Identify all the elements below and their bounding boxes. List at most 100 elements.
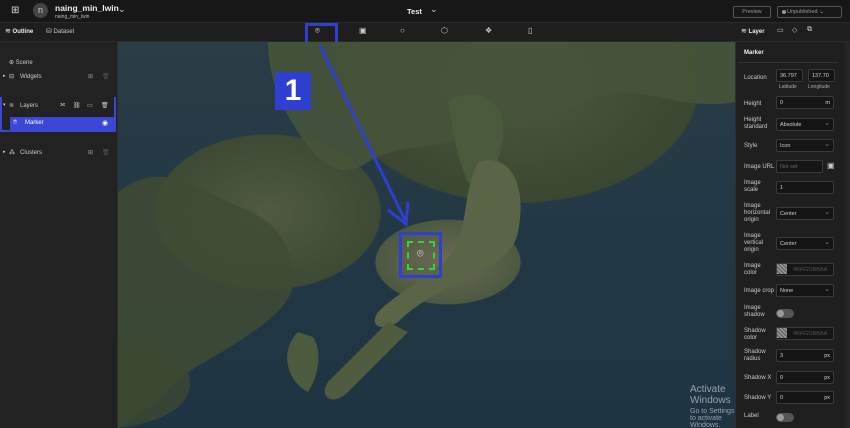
outline-icon: ≋	[5, 28, 11, 35]
infobox-icon: ▭	[777, 27, 784, 34]
add-circle-tool[interactable]: ○	[400, 26, 405, 35]
map-viewport[interactable]: 1 ⌾ Activate Windows Go to Settings to a…	[118, 42, 735, 428]
shadow-radius-input[interactable]: 3 px	[776, 349, 834, 362]
windows-activation-watermark: Activate Windows Go to Settings to activ…	[690, 384, 735, 428]
outline-tab[interactable]: ≋ Outline	[5, 27, 33, 35]
scene-item[interactable]: ⊕ Scene	[9, 59, 33, 66]
marker-label: Marker	[25, 120, 44, 126]
add-file-tool[interactable]: ▯	[528, 26, 532, 35]
status-dot-icon	[782, 10, 786, 14]
publish-status-label: Unpublished	[787, 9, 818, 15]
longitude-caption: Longitude	[808, 84, 830, 90]
map-pin-icon: ⌾	[13, 119, 18, 126]
outline-tab-label: Outline	[12, 29, 34, 35]
app-grid-icon[interactable]: ⊞	[11, 5, 19, 16]
top-bar: ⊞ n naing_min_lwin naing_min_lwin ⌄ Test…	[0, 0, 850, 23]
polygon-icon: ⬡	[441, 26, 448, 35]
image-color-swatch[interactable]	[777, 264, 787, 274]
cube-icon: ❖	[485, 26, 493, 35]
status-chevron-icon: ⌄	[819, 9, 825, 15]
secondary-toolbar: ≋ Outline ⛁ Dataset ⌾ ▣ ○ ⬡ ❖ ▯ ≋ Layer …	[0, 23, 850, 47]
shadow-color-swatch[interactable]	[777, 328, 787, 338]
username: naing_min_lwin	[55, 3, 119, 13]
dataset-tab[interactable]: ⛁ Dataset	[46, 27, 74, 35]
watermark-title: Activate Windows	[690, 384, 731, 406]
shadow-y-input[interactable]: 0 px	[776, 391, 834, 404]
widgets-icon: ⊟	[9, 74, 15, 80]
dataset-icon: ⛁	[46, 28, 52, 35]
shadow-x-unit: px	[824, 375, 830, 381]
panel-scrollbar[interactable]	[845, 42, 850, 428]
add-model-tool[interactable]: ❖	[485, 26, 492, 35]
vertical-origin-select[interactable]: Center	[776, 237, 834, 250]
image-shadow-label: Image shadow	[744, 305, 765, 318]
image-shadow-toggle[interactable]	[776, 309, 794, 318]
latitude-field[interactable]: 36.797	[776, 69, 803, 82]
file-icon: ▯	[528, 26, 533, 35]
shadow-radius-value: 3	[780, 353, 784, 359]
label-toggle[interactable]	[776, 413, 794, 422]
infobox-tab[interactable]: ▭	[777, 26, 784, 34]
horizontal-origin-label: Image horizontal origin	[744, 203, 771, 223]
widgets-label: Widgets	[20, 74, 42, 80]
add-polygon-tool[interactable]: ⬡	[441, 26, 448, 35]
outline-panel: ⊕ Scene ▸ ⊟ Widgets ⊞ 🗑 ▾ ≋ Layers ⟗ ⛓ ▭…	[0, 42, 118, 428]
visibility-eye-icon[interactable]: ◉	[102, 119, 108, 127]
layer-stack-icon: ≋	[741, 28, 747, 35]
scene-label: Scene	[15, 60, 33, 66]
style-select[interactable]: Icon	[776, 139, 834, 152]
image-color-label: Image color	[744, 263, 761, 276]
image-crop-select[interactable]: None	[776, 284, 834, 297]
height-standard-label: Height standard	[744, 117, 768, 130]
clusters-item[interactable]: ▸ ⁂ Clusters ⊞ 🗑	[0, 149, 117, 160]
tag-icon: ◇	[792, 27, 798, 34]
image-picker-icon[interactable]: ▣	[827, 161, 835, 170]
expand-arrow-icon[interactable]: ▸	[3, 73, 6, 79]
marker-layer-item[interactable]: ⌾ Marker ◉	[10, 117, 114, 130]
add-cluster-icon[interactable]: ⊞	[88, 149, 93, 156]
height-unit: m	[825, 100, 830, 106]
height-value: 0	[780, 100, 784, 106]
tag-tab[interactable]: ◇	[792, 26, 797, 34]
add-image-tool[interactable]: ▣	[359, 26, 367, 35]
clusters-icon: ⁂	[9, 150, 15, 156]
shadow-y-unit: px	[824, 395, 830, 401]
longitude-field[interactable]: 137.70	[808, 69, 835, 82]
globe-icon: ⊕	[9, 60, 15, 66]
sub-username: naing_min_lwin	[55, 14, 90, 20]
dataset-tab-label: Dataset	[53, 29, 75, 35]
delete-widget-icon[interactable]: 🗑	[102, 73, 110, 80]
latitude-caption: Latitude	[779, 84, 797, 90]
shadow-radius-unit: px	[824, 353, 830, 359]
expand-arrow-icon[interactable]: ▸	[3, 149, 6, 155]
project-title[interactable]: Test	[407, 7, 422, 16]
image-url-input[interactable]: Not set	[776, 160, 823, 173]
section-divider	[738, 62, 838, 63]
delete-cluster-icon[interactable]: 🗑	[102, 149, 110, 156]
shadow-x-input[interactable]: 0 px	[776, 371, 834, 384]
height-input[interactable]: 0 m	[776, 96, 834, 109]
add-widget-icon[interactable]: ⊞	[88, 73, 93, 80]
publish-status-button[interactable]: Unpublished ⌄	[777, 6, 842, 18]
puzzle-icon: ⧉	[807, 26, 812, 33]
widgets-item[interactable]: ▸ ⊟ Widgets ⊞ 🗑	[0, 73, 117, 84]
layer-tab[interactable]: ≋ Layer	[741, 27, 765, 35]
image-scale-input[interactable]: 1	[776, 181, 834, 194]
label-toggle-label: Label	[744, 413, 759, 419]
map-marker-pin-icon[interactable]: ⌾	[417, 248, 424, 261]
clusters-label: Clusters	[20, 150, 43, 156]
workspace-chevron-icon[interactable]: ⌄	[118, 4, 126, 15]
image-scale-label: Image scale	[744, 180, 761, 193]
horizontal-origin-select[interactable]: Center	[776, 207, 834, 220]
layer-tab-label: Layer	[748, 29, 765, 35]
watermark-subtitle: Go to Settings to activate Windows.	[690, 408, 735, 428]
workspace-avatar[interactable]: n	[33, 3, 48, 18]
plugin-tab[interactable]: ⧉	[807, 26, 812, 34]
shadow-y-value: 0	[780, 395, 784, 401]
shadow-color-label: Shadow color	[744, 328, 766, 341]
height-standard-select[interactable]: Absolute	[776, 118, 834, 131]
image-icon: ▣	[359, 26, 367, 35]
project-chevron-icon[interactable]: ⌄	[430, 4, 438, 15]
shadow-radius-label: Shadow radius	[744, 349, 766, 362]
preview-button[interactable]: Preview	[733, 6, 771, 18]
